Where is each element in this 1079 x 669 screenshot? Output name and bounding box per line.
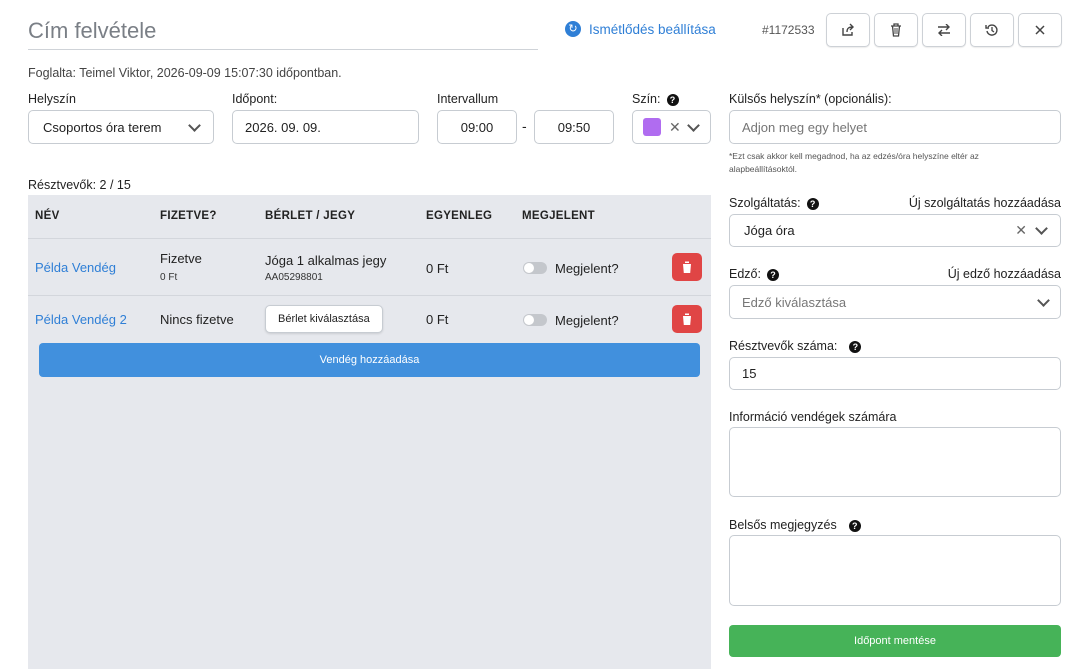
history-icon xyxy=(985,24,998,36)
trash-icon xyxy=(891,23,901,37)
repeat-settings-link[interactable]: ↻ Ismétlődés beállítása xyxy=(565,21,716,37)
trash-icon xyxy=(682,313,692,325)
guest-info-textarea[interactable] xyxy=(729,427,1061,497)
participants-count: Résztvevők: 2 / 15 xyxy=(28,178,131,192)
remove-guest-button[interactable] xyxy=(672,305,702,333)
interval-separator: - xyxy=(522,118,527,134)
participant-count-input[interactable]: 15 xyxy=(729,357,1061,390)
chevron-down-icon xyxy=(1035,222,1048,235)
time-label: Időpont: xyxy=(232,92,278,106)
column-header-name: NÉV xyxy=(35,210,60,222)
color-label: Szín:? xyxy=(632,92,679,106)
interval-start-value: 09:00 xyxy=(460,119,494,135)
interval-end-value: 09:50 xyxy=(557,119,591,135)
title-input[interactable] xyxy=(28,12,538,50)
interval-label: Intervallum xyxy=(437,92,499,106)
swap-button[interactable] xyxy=(922,13,966,47)
color-select[interactable]: ✕ xyxy=(632,110,711,144)
history-button[interactable] xyxy=(970,13,1014,47)
chevron-down-icon xyxy=(686,118,700,132)
close-icon xyxy=(1035,25,1045,35)
help-icon[interactable]: ? xyxy=(848,519,861,532)
save-appointment-button[interactable]: Időpont mentése xyxy=(729,625,1061,657)
balance-value: 0 Ft xyxy=(426,261,449,276)
internal-note-textarea[interactable] xyxy=(729,535,1061,606)
swap-icon xyxy=(938,24,950,36)
refresh-icon: ↻ xyxy=(565,21,581,37)
event-id: #1172533 xyxy=(762,23,815,37)
color-swatch xyxy=(643,118,661,136)
add-trainer-link[interactable]: Új edző hozzáadása xyxy=(948,267,1061,281)
guest-name-link[interactable]: Példa Vendég 2 xyxy=(35,312,127,327)
guest-name-link[interactable]: Példa Vendég xyxy=(35,260,116,275)
select-pass-button[interactable]: Bérlet kiválasztása xyxy=(265,305,383,333)
pass-code: AA05298801 xyxy=(265,272,323,283)
service-select[interactable]: Jóga óra ✕ xyxy=(729,214,1061,247)
internal-note-label: Belsős megjegyzés? xyxy=(729,518,861,532)
service-label: Szolgáltatás:? xyxy=(729,196,819,210)
clear-icon[interactable]: ✕ xyxy=(669,119,681,136)
trainer-label: Edző:? xyxy=(729,267,779,281)
paid-amount: 0 Ft xyxy=(160,272,178,283)
column-header-attended: MEGJELENT xyxy=(522,210,595,222)
attended-toggle[interactable] xyxy=(523,262,547,274)
attended-label: Megjelent? xyxy=(555,261,619,276)
paid-status: Nincs fizetve xyxy=(160,312,234,327)
trainer-placeholder: Edző kiválasztása xyxy=(742,294,847,310)
help-icon[interactable]: ? xyxy=(766,268,779,281)
divider xyxy=(28,295,711,296)
interval-start-input[interactable]: 09:00 xyxy=(437,110,517,144)
external-location-label: Külsős helyszín* (opcionális): xyxy=(729,92,892,106)
location-value: Csoportos óra terem xyxy=(43,119,162,135)
guest-info-label: Információ vendégek számára xyxy=(729,410,897,424)
interval-end-input[interactable]: 09:50 xyxy=(534,110,614,144)
column-header-pass: BÉRLET / JEGY xyxy=(265,210,356,222)
column-header-paid: FIZETVE? xyxy=(160,210,217,222)
external-location-input[interactable] xyxy=(729,110,1061,144)
participant-count-value: 15 xyxy=(742,366,757,381)
column-header-balance: EGYENLEG xyxy=(426,210,493,222)
add-service-link[interactable]: Új szolgáltatás hozzáadása xyxy=(909,196,1061,210)
date-input[interactable]: 2026. 09. 09. xyxy=(232,110,419,144)
booked-by-text: Foglalta: Teimel Viktor, 2026-09-09 15:0… xyxy=(28,66,342,80)
delete-button[interactable] xyxy=(874,13,918,47)
location-label: Helyszín xyxy=(28,92,76,106)
help-icon[interactable]: ? xyxy=(666,93,679,106)
trainer-select[interactable]: Edző kiválasztása xyxy=(729,285,1061,319)
balance-value: 0 Ft xyxy=(426,312,449,327)
external-location-hint: *Ezt csak akkor kell megadnod, ha az edz… xyxy=(729,151,979,174)
date-value: 2026. 09. 09. xyxy=(245,119,321,135)
attended-label: Megjelent? xyxy=(555,313,619,328)
close-button[interactable] xyxy=(1018,13,1062,47)
share-icon xyxy=(842,23,854,36)
chevron-down-icon xyxy=(1037,293,1050,307)
participant-count-label: Résztvevők száma:? xyxy=(729,339,862,353)
remove-guest-button[interactable] xyxy=(672,253,702,281)
divider xyxy=(28,238,711,239)
pass-name: Jóga 1 alkalmas jegy xyxy=(265,253,387,268)
repeat-label: Ismétlődés beállítása xyxy=(589,21,716,37)
share-button[interactable] xyxy=(826,13,870,47)
trash-icon xyxy=(682,261,692,273)
service-value: Jóga óra xyxy=(744,223,795,238)
clear-icon[interactable]: ✕ xyxy=(1015,222,1027,239)
chevron-down-icon xyxy=(188,118,201,132)
paid-status: Fizetve xyxy=(160,251,202,266)
add-guest-button[interactable]: Vendég hozzáadása xyxy=(39,343,700,377)
help-icon[interactable]: ? xyxy=(806,197,819,210)
attended-toggle[interactable] xyxy=(523,314,547,326)
location-select[interactable]: Csoportos óra terem xyxy=(28,110,214,144)
help-icon[interactable]: ? xyxy=(849,340,862,353)
